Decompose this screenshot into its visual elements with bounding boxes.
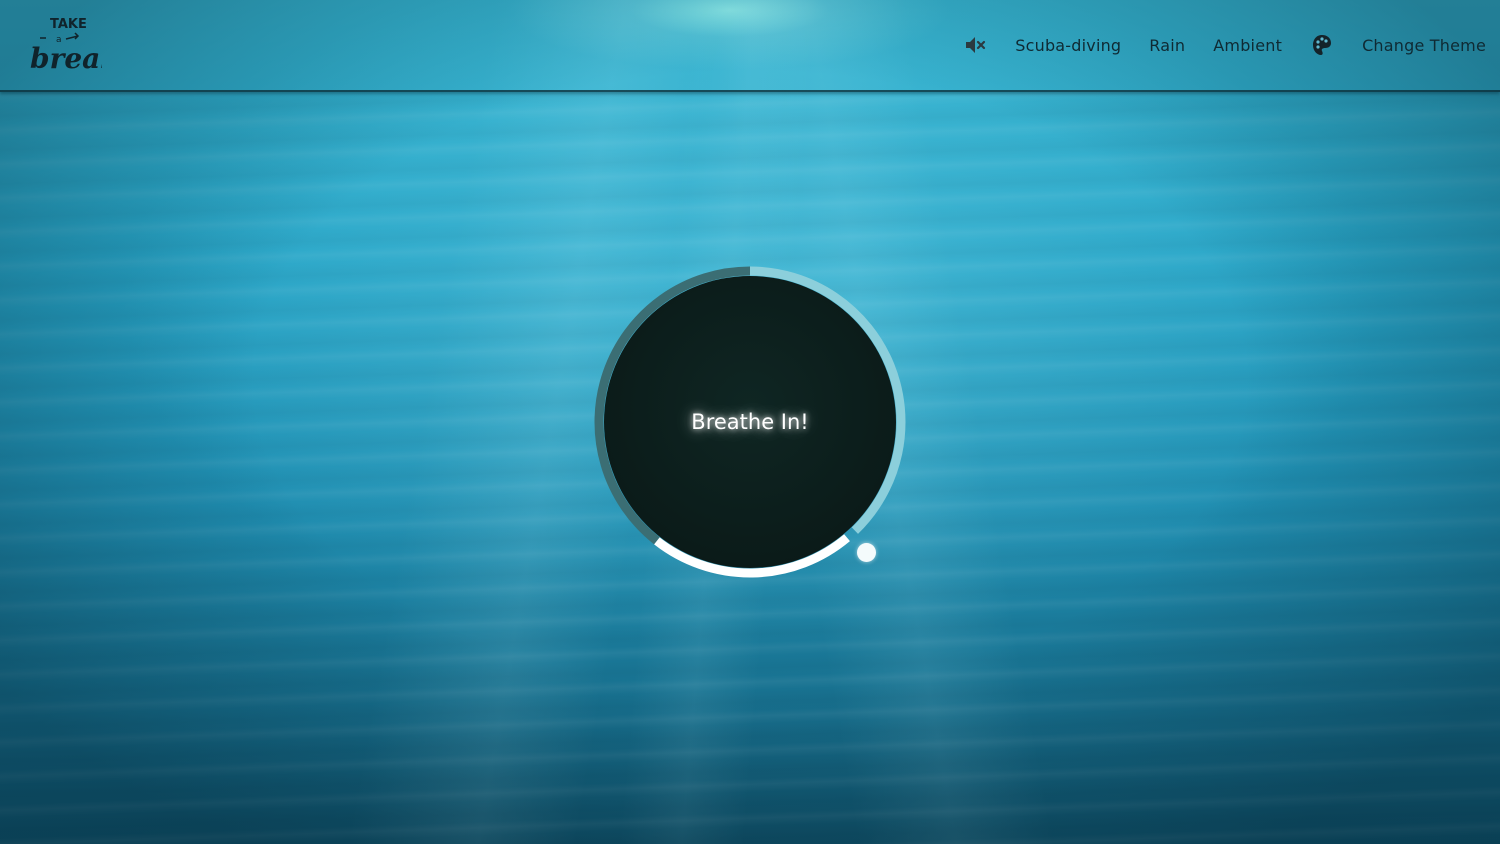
breath-instruction: Breathe In! [691, 410, 809, 434]
nav-scuba-diving[interactable]: Scuba-diving [1015, 36, 1121, 55]
take-a-break-logo[interactable]: TAKE a break [26, 12, 120, 76]
nav-rain[interactable]: Rain [1149, 36, 1185, 55]
logo-take-text: TAKE [50, 17, 87, 32]
change-theme-button[interactable]: Change Theme [1362, 36, 1486, 55]
logo-graphic: TAKE a break [30, 17, 120, 75]
main-nav: Scuba-diving Rain Ambient Change Theme [963, 30, 1486, 60]
palette-icon[interactable] [1310, 33, 1334, 57]
nav-ambient[interactable]: Ambient [1213, 36, 1282, 55]
top-bar: TAKE a break Scuba-diving Rain Ambient [0, 0, 1500, 92]
breathing-circle[interactable]: Breathe In! [594, 266, 906, 578]
logo-break-text: break [30, 42, 102, 75]
progress-knob[interactable] [857, 543, 876, 562]
speaker-muted-icon[interactable] [963, 33, 987, 57]
breathing-circle-core: Breathe In! [604, 276, 896, 568]
